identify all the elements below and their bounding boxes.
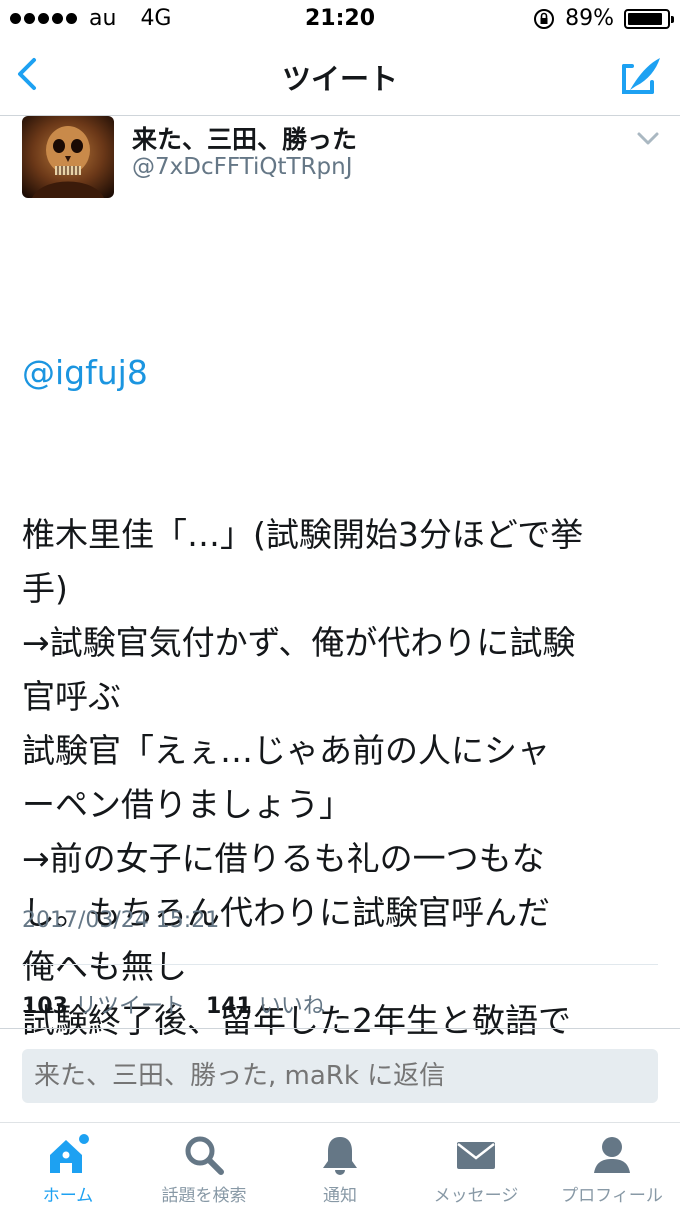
tab-search[interactable]: 話題を検索 [136, 1123, 272, 1209]
battery-percent: 89% [565, 6, 614, 31]
tab-search-label: 話題を検索 [161, 1186, 247, 1206]
author-display-name[interactable]: 来た、三田、勝った [132, 120, 357, 156]
retweet-label: リツイート [74, 994, 185, 1019]
battery-level [628, 12, 662, 25]
tweet-body-line: ーペン借りましょう」 [22, 785, 352, 824]
tweet-body-line: 試験官「えぇ…じゃあ前の人にシャ [22, 731, 550, 770]
tab-profile-label: プロフィール [561, 1186, 663, 1206]
mention-link[interactable]: @igfuj8 [22, 346, 662, 400]
divider [22, 964, 658, 965]
compose-icon[interactable] [616, 52, 664, 100]
tweet-timestamp: 2017/03/24 15:21 [22, 908, 220, 933]
retweet-stat[interactable]: 103 リツイート [22, 994, 185, 1019]
bell-icon [323, 1137, 357, 1175]
tab-messages[interactable]: メッセージ [408, 1123, 544, 1209]
tab-home-label: ホーム [42, 1186, 94, 1206]
like-count: 141 [205, 994, 252, 1019]
search-icon [185, 1136, 224, 1175]
like-stat[interactable]: 141 いいね [206, 994, 325, 1019]
nav-bar: ツイート [0, 38, 680, 116]
tweet-body-line: →前の女子に借りるも礼の一つもな [22, 839, 545, 878]
mail-icon [457, 1142, 495, 1169]
home-icon [50, 1134, 89, 1173]
battery-icon [624, 8, 674, 29]
tweet-stats: 103 リツイート 141 いいね [22, 988, 325, 1020]
tweet-body-line: 官呼ぶ [22, 677, 121, 716]
reply-input[interactable] [22, 1049, 658, 1103]
tweet-body-line: 俺へも無し [22, 947, 187, 986]
orientation-lock-icon [534, 8, 555, 29]
tweet-body-line: →試験官気付かず、俺が代わりに試験 [22, 623, 576, 662]
tab-notifications-label: 通知 [323, 1186, 357, 1206]
author-handle[interactable]: @7xDcFFTiQtTRpnJ [132, 154, 353, 180]
chevron-down-icon[interactable] [634, 124, 662, 152]
tab-bar: ホーム 話題を検索 通知 メッセージ プロフィール [0, 1122, 680, 1209]
tab-messages-label: メッセージ [433, 1186, 519, 1206]
tweet-body-line: 手) [22, 569, 68, 608]
tweet-header: 来た、三田、勝った @7xDcFFTiQtTRpnJ [0, 116, 680, 206]
page-title: ツイート [281, 62, 398, 96]
avatar[interactable] [22, 116, 114, 198]
status-right: 89% [533, 6, 674, 31]
status-bar: au 4G 21:20 89% [0, 0, 680, 38]
profile-icon [594, 1137, 630, 1173]
like-label: いいね [258, 994, 325, 1019]
reply-area [0, 1028, 680, 1118]
tab-notifications[interactable]: 通知 [272, 1123, 408, 1209]
tab-home[interactable]: ホーム [0, 1123, 136, 1209]
retweet-count: 103 [22, 994, 68, 1019]
tab-profile[interactable]: プロフィール [544, 1123, 680, 1209]
tweet-body-line: 椎木里佳「…」(試験開始3分ほどで挙 [22, 515, 584, 554]
